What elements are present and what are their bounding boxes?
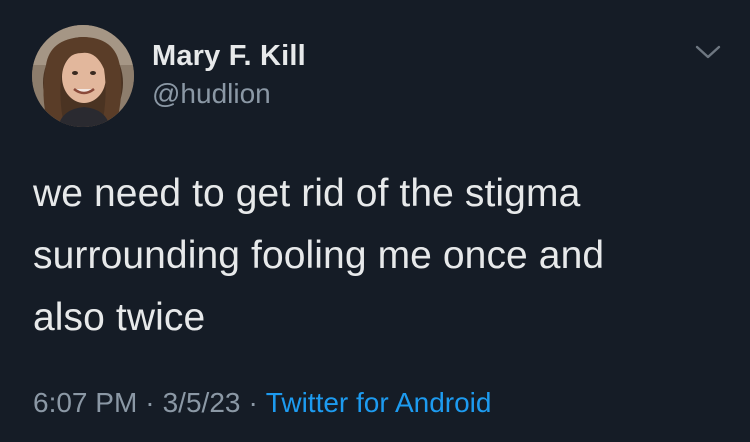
profile-photo-icon	[32, 25, 134, 127]
tweet-time[interactable]: 6:07 PM	[33, 387, 137, 418]
tweet-source-link[interactable]: Twitter for Android	[266, 387, 492, 418]
tweet-date[interactable]: 3/5/23	[163, 387, 241, 418]
chevron-down-icon	[695, 45, 721, 59]
meta-separator: ·	[145, 387, 155, 418]
display-name[interactable]: Mary F. Kill	[152, 40, 306, 73]
more-options-button[interactable]	[692, 40, 724, 64]
tweet-text-line: also twice	[33, 296, 206, 339]
tweet-text-line: we need to get rid of the stigma	[33, 172, 581, 215]
tweet-card: Mary F. Kill @hudlion we need to get rid…	[0, 0, 750, 442]
avatar[interactable]	[32, 25, 134, 127]
tweet-meta: 6:07 PM · 3/5/23 · Twitter for Android	[33, 387, 491, 419]
meta-separator: ·	[248, 387, 258, 418]
user-handle[interactable]: @hudlion	[152, 78, 271, 110]
tweet-text-line: surrounding fooling me once and	[33, 234, 605, 277]
tweet-text: we need to get rid of the stigma surroun…	[33, 163, 723, 349]
